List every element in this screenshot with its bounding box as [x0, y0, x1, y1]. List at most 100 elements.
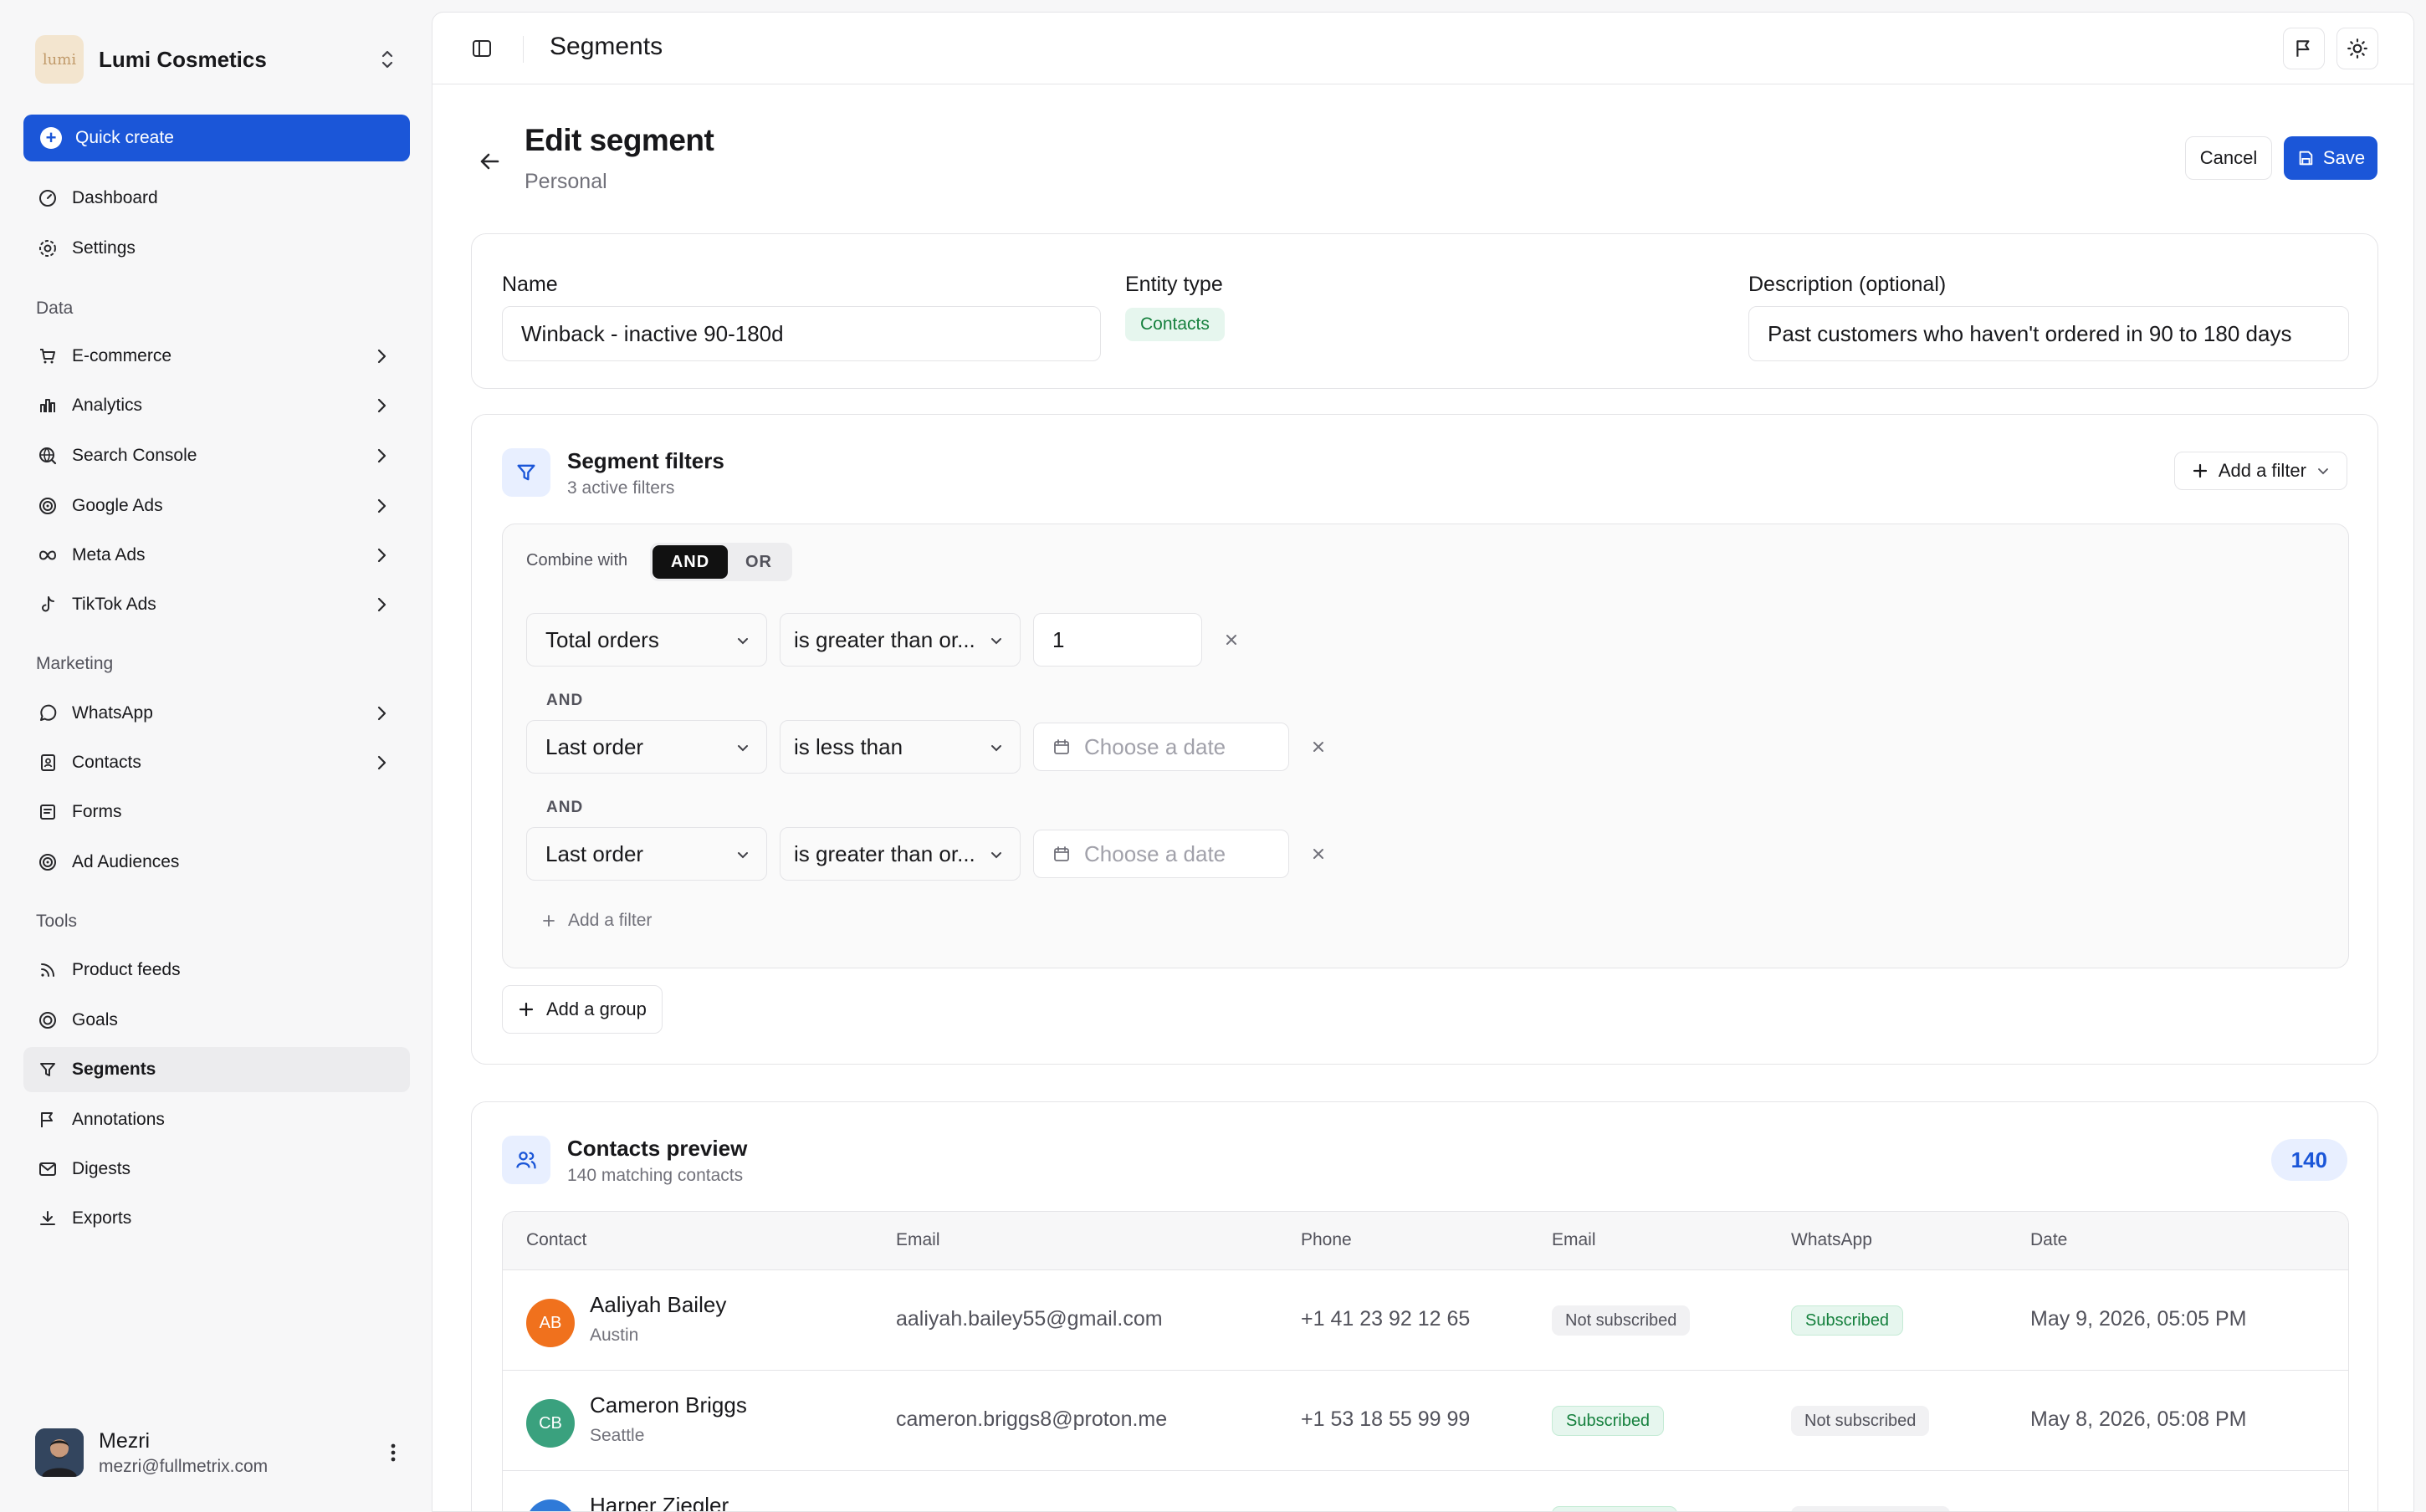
user-menu[interactable]: Mezri mezri@fullmetrix.com — [35, 1427, 412, 1479]
sidebar-item-annotations[interactable]: Annotations — [23, 1097, 410, 1142]
sidebar-item-ecommerce[interactable]: E-commerce — [23, 334, 410, 379]
globe-search-icon — [37, 445, 59, 467]
date-picker[interactable]: Choose a date — [1033, 830, 1289, 878]
filter-joiner: AND — [546, 799, 584, 816]
sidebar-item-exports[interactable]: Exports — [23, 1196, 410, 1241]
save-button[interactable]: Save — [2284, 136, 2377, 180]
segment-details-card: Name Winback - inactive 90-180d Entity t… — [471, 233, 2378, 389]
sidebar-item-product-feeds[interactable]: Product feeds — [23, 948, 410, 993]
column-header[interactable]: Date — [2030, 1230, 2067, 1250]
goal-icon — [37, 1009, 59, 1031]
sidebar-item-settings[interactable]: Settings — [23, 226, 410, 271]
page-title: Edit segment — [525, 123, 714, 157]
sidebar-item-tiktok-ads[interactable]: TikTok Ads — [23, 582, 410, 627]
section-label-tools: Tools — [36, 912, 78, 931]
filter-value-input[interactable]: 1 — [1033, 613, 1202, 667]
workspace-switcher[interactable]: lumi Lumi Cosmetics — [35, 35, 412, 84]
topbar-divider — [523, 36, 524, 63]
sidebar-item-segments[interactable]: Segments — [23, 1047, 410, 1092]
more-vertical-icon[interactable] — [385, 1440, 402, 1465]
remove-filter-icon[interactable] — [1222, 631, 1241, 649]
filter-operator-value: is greater than or... — [794, 626, 975, 652]
sidebar: lumi Lumi Cosmetics + Quick create Dashb… — [0, 0, 432, 1512]
chevron-down-icon — [991, 852, 1001, 859]
sidebar-item-goals[interactable]: Goals — [23, 998, 410, 1043]
contact-date: May 8, 2026, 05:08 PM — [2030, 1407, 2247, 1431]
sidebar-item-label: Exports — [72, 1208, 132, 1228]
combine-and-option[interactable]: AND — [653, 545, 728, 579]
filter-field-select[interactable]: Last order — [526, 720, 767, 774]
chevron-right-icon — [377, 498, 386, 513]
sidebar-item-label: Settings — [72, 238, 136, 258]
filter-operator-select[interactable]: is greater than or... — [780, 613, 1021, 667]
topbar: Segments — [432, 13, 2413, 84]
quick-create-button[interactable]: + Quick create — [23, 115, 410, 161]
filter-operator-select[interactable]: is greater than or... — [780, 827, 1021, 881]
sidebar-item-dashboard[interactable]: Dashboard — [23, 176, 410, 221]
email-status-badge: Subscribed — [1552, 1406, 1665, 1436]
sidebar-item-search-console[interactable]: Search Console — [23, 433, 410, 478]
rss-icon — [37, 959, 59, 981]
form-icon — [37, 801, 59, 823]
sidebar-item-contacts[interactable]: Contacts — [23, 740, 410, 785]
filter-operator-select[interactable]: is less than — [780, 720, 1021, 774]
remove-filter-icon[interactable] — [1309, 738, 1328, 756]
sidebar-toggle-icon[interactable] — [469, 36, 494, 61]
chevron-down-icon — [991, 638, 1001, 645]
column-header[interactable]: Email — [896, 1230, 940, 1250]
column-header[interactable]: Email — [1552, 1230, 1596, 1250]
sidebar-item-label: E-commerce — [72, 346, 172, 365]
user-email: mezri@fullmetrix.com — [99, 1456, 269, 1476]
table-row[interactable]: CB Cameron Briggs Seattle cameron.briggs… — [503, 1371, 2348, 1471]
column-header[interactable]: Phone — [1301, 1230, 1352, 1250]
sidebar-item-label: Digests — [72, 1159, 131, 1178]
sidebar-item-digests[interactable]: Digests — [23, 1147, 410, 1192]
sidebar-item-meta-ads[interactable]: Meta Ads — [23, 533, 410, 578]
table-row[interactable]: HZ Harper Ziegler — [503, 1471, 2348, 1511]
sidebar-item-forms[interactable]: Forms — [23, 789, 410, 835]
sidebar-item-analytics[interactable]: Analytics — [23, 383, 410, 428]
back-arrow-icon[interactable] — [474, 146, 504, 176]
chevron-right-icon — [377, 755, 386, 770]
theme-toggle-button[interactable] — [2336, 28, 2378, 69]
flag-button[interactable] — [2283, 28, 2325, 69]
add-filter-button[interactable]: Add a filter — [2173, 452, 2347, 490]
chevron-right-icon — [377, 448, 386, 463]
chevron-down-icon — [2318, 468, 2328, 475]
chevron-right-icon — [377, 349, 386, 364]
table-row[interactable]: AB Aaliyah Bailey Austin aaliyah.bailey5… — [503, 1270, 2348, 1371]
filter-group: Combine with AND OR Total orders is grea… — [502, 524, 2349, 968]
entity-type-badge: Contacts — [1125, 308, 1225, 341]
infinity-icon — [37, 544, 59, 566]
date-picker[interactable]: Choose a date — [1033, 723, 1289, 771]
target-icon — [37, 851, 59, 873]
topbar-title: Segments — [550, 33, 663, 60]
add-group-button[interactable]: Add a group — [502, 985, 663, 1034]
combine-toggle[interactable]: AND OR — [650, 543, 792, 581]
sidebar-item-label: Dashboard — [72, 188, 158, 207]
table-header: Contact Email Phone Email WhatsApp Date — [503, 1212, 2348, 1270]
sidebar-item-ad-audiences[interactable]: Ad Audiences — [23, 840, 410, 885]
user-name: Mezri — [99, 1428, 151, 1453]
gear-icon — [37, 238, 59, 259]
user-avatar — [35, 1428, 84, 1477]
name-input[interactable]: Winback - inactive 90-180d — [502, 306, 1101, 361]
contact-name: Aaliyah Bailey — [590, 1292, 727, 1317]
description-input[interactable]: Past customers who haven't ordered in 90… — [1748, 306, 2349, 361]
contact-city: Seattle — [590, 1426, 645, 1445]
bar-chart-icon — [37, 395, 59, 416]
contacts-preview-card: Contacts preview 140 matching contacts 1… — [471, 1101, 2378, 1511]
section-label-marketing: Marketing — [36, 654, 114, 673]
cancel-button[interactable]: Cancel — [2185, 136, 2272, 180]
combine-or-option[interactable]: OR — [728, 553, 790, 572]
filter-field-select[interactable]: Total orders — [526, 613, 767, 667]
sidebar-item-whatsapp[interactable]: WhatsApp — [23, 691, 410, 736]
add-filter-inline-button[interactable]: Add a filter — [541, 911, 652, 931]
column-header[interactable]: Contact — [526, 1230, 586, 1250]
section-label-data: Data — [36, 299, 74, 318]
filter-field-select[interactable]: Last order — [526, 827, 767, 881]
sidebar-item-google-ads[interactable]: Google Ads — [23, 483, 410, 529]
remove-filter-icon[interactable] — [1309, 845, 1328, 863]
column-header[interactable]: WhatsApp — [1791, 1230, 1872, 1250]
plus-icon — [519, 1002, 534, 1017]
